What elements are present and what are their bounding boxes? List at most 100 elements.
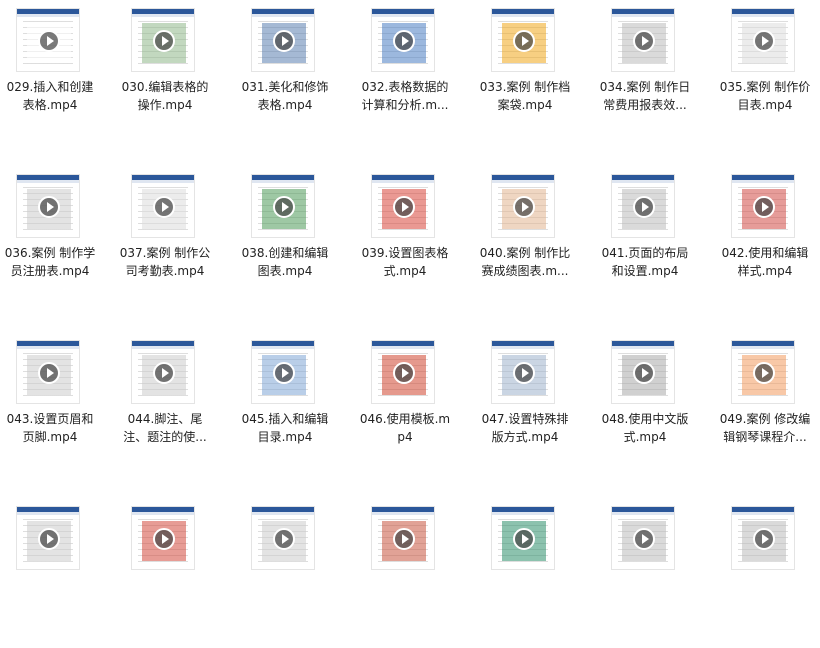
play-icon[interactable] — [633, 196, 655, 218]
file-item[interactable]: 036.案例 制作学 员注册表.mp4 — [0, 166, 104, 316]
file-name-line-2: 样式.mp4 — [737, 264, 793, 278]
file-item[interactable]: 045.插入和编辑 目录.mp4 — [231, 332, 339, 482]
video-thumbnail[interactable] — [491, 506, 555, 570]
play-icon[interactable] — [633, 30, 655, 52]
file-name-line-2: 图表.mp4 — [257, 264, 313, 278]
play-icon[interactable] — [38, 30, 60, 52]
play-icon[interactable] — [393, 362, 415, 384]
file-name-label: 037.案例 制作公 司考勤表.mp4 — [111, 244, 219, 280]
file-item[interactable]: 044.脚注、尾 注、题注的使... — [111, 332, 219, 482]
video-thumbnail[interactable] — [491, 340, 555, 404]
video-thumbnail[interactable] — [731, 8, 795, 72]
file-name-line-1: 046.使用模板.m — [359, 412, 451, 426]
file-item[interactable]: 039.设置图表格 式.mp4 — [351, 166, 459, 316]
video-thumbnail[interactable] — [16, 8, 80, 72]
play-icon[interactable] — [633, 528, 655, 550]
video-thumbnail[interactable] — [611, 174, 675, 238]
video-thumbnail[interactable] — [251, 340, 315, 404]
ribbon-toolbar — [612, 346, 674, 349]
play-icon[interactable] — [513, 196, 535, 218]
file-item[interactable]: 042.使用和编辑 样式.mp4 — [711, 166, 819, 316]
file-item[interactable]: 030.编辑表格的 操作.mp4 — [111, 0, 219, 150]
file-item[interactable]: 034.案例 制作日 常费用报表效... — [591, 0, 699, 150]
file-item[interactable] — [0, 498, 104, 648]
file-item[interactable] — [591, 498, 699, 648]
file-item[interactable]: 035.案例 制作价 目表.mp4 — [711, 0, 819, 150]
play-icon[interactable] — [273, 30, 295, 52]
play-icon[interactable] — [393, 30, 415, 52]
play-icon[interactable] — [393, 196, 415, 218]
video-thumbnail[interactable] — [731, 506, 795, 570]
play-icon[interactable] — [273, 362, 295, 384]
file-name-line-1: 035.案例 制作价 — [719, 80, 811, 94]
file-name-line-2: 式.mp4 — [623, 430, 667, 444]
file-item[interactable] — [711, 498, 819, 648]
play-icon[interactable] — [38, 528, 60, 550]
play-icon[interactable] — [153, 30, 175, 52]
play-icon[interactable] — [273, 196, 295, 218]
file-name-line-1: 047.设置特殊排 — [481, 412, 569, 426]
play-icon[interactable] — [273, 528, 295, 550]
video-thumbnail[interactable] — [251, 8, 315, 72]
file-item[interactable]: 033.案例 制作档 案袋.mp4 — [471, 0, 579, 150]
video-thumbnail[interactable] — [131, 8, 195, 72]
file-item[interactable]: 043.设置页眉和 页脚.mp4 — [0, 332, 104, 482]
video-thumbnail[interactable] — [16, 174, 80, 238]
file-item[interactable] — [351, 498, 459, 648]
ribbon-toolbar — [732, 512, 794, 515]
file-item[interactable]: 040.案例 制作比 赛成绩图表.m... — [471, 166, 579, 316]
video-thumbnail[interactable] — [491, 174, 555, 238]
file-item[interactable]: 037.案例 制作公 司考勤表.mp4 — [111, 166, 219, 316]
file-item[interactable]: 049.案例 修改编 辑钢琴课程介... — [711, 332, 819, 482]
play-icon[interactable] — [153, 528, 175, 550]
file-item[interactable]: 047.设置特殊排 版方式.mp4 — [471, 332, 579, 482]
file-name-line-2: 版方式.mp4 — [491, 430, 559, 444]
video-thumbnail[interactable] — [131, 506, 195, 570]
video-thumbnail[interactable] — [611, 506, 675, 570]
play-icon[interactable] — [753, 30, 775, 52]
video-thumbnail[interactable] — [611, 8, 675, 72]
play-icon[interactable] — [753, 528, 775, 550]
play-icon[interactable] — [753, 362, 775, 384]
play-icon[interactable] — [753, 196, 775, 218]
file-item[interactable] — [471, 498, 579, 648]
video-thumbnail[interactable] — [491, 8, 555, 72]
file-name-label: 042.使用和编辑 样式.mp4 — [711, 244, 819, 280]
video-thumbnail[interactable] — [731, 174, 795, 238]
play-icon[interactable] — [153, 362, 175, 384]
video-thumbnail[interactable] — [371, 174, 435, 238]
play-icon[interactable] — [513, 362, 535, 384]
video-thumbnail[interactable] — [731, 340, 795, 404]
file-item[interactable]: 032.表格数据的 计算和分析.m... — [351, 0, 459, 150]
video-thumbnail[interactable] — [611, 340, 675, 404]
video-thumbnail[interactable] — [251, 506, 315, 570]
video-thumbnail[interactable] — [371, 340, 435, 404]
file-item[interactable]: 029.插入和创建 表格.mp4 — [0, 0, 104, 150]
file-item[interactable]: 046.使用模板.m p4 — [351, 332, 459, 482]
play-icon[interactable] — [153, 196, 175, 218]
video-thumbnail[interactable] — [131, 340, 195, 404]
play-icon[interactable] — [513, 528, 535, 550]
video-thumbnail[interactable] — [131, 174, 195, 238]
video-thumbnail[interactable] — [251, 174, 315, 238]
ribbon-toolbar — [492, 512, 554, 515]
file-item[interactable]: 041.页面的布局 和设置.mp4 — [591, 166, 699, 316]
play-icon[interactable] — [393, 528, 415, 550]
file-name-label: 030.编辑表格的 操作.mp4 — [111, 78, 219, 114]
play-icon[interactable] — [513, 30, 535, 52]
file-item[interactable] — [231, 498, 339, 648]
file-name-label: 031.美化和修饰 表格.mp4 — [231, 78, 339, 114]
play-icon[interactable] — [38, 196, 60, 218]
file-item[interactable]: 031.美化和修饰 表格.mp4 — [231, 0, 339, 150]
file-name-label: 032.表格数据的 计算和分析.m... — [351, 78, 459, 114]
video-thumbnail[interactable] — [371, 506, 435, 570]
file-item[interactable]: 048.使用中文版 式.mp4 — [591, 332, 699, 482]
play-icon[interactable] — [38, 362, 60, 384]
play-icon[interactable] — [633, 362, 655, 384]
file-name-line-1: 029.插入和创建 — [6, 80, 94, 94]
file-item[interactable]: 038.创建和编辑 图表.mp4 — [231, 166, 339, 316]
video-thumbnail[interactable] — [16, 506, 80, 570]
video-thumbnail[interactable] — [371, 8, 435, 72]
file-item[interactable] — [111, 498, 219, 648]
video-thumbnail[interactable] — [16, 340, 80, 404]
